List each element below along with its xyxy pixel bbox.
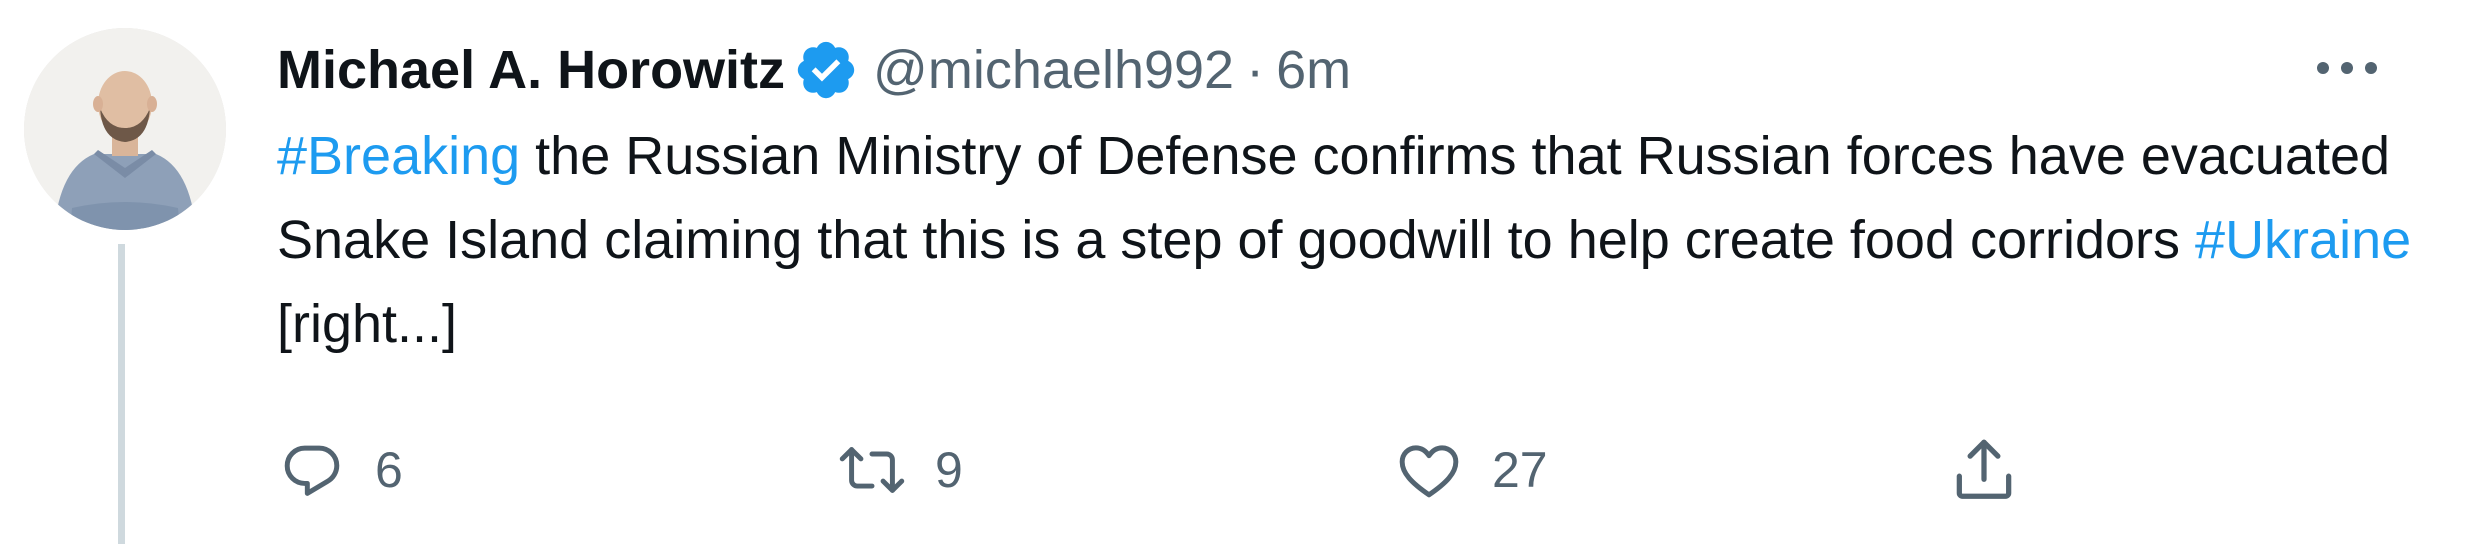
tweet[interactable]: Michael A. Horowitz @michaelh992 · 6m #B… [0, 0, 2468, 544]
tweet-text-part: the Russian Ministry of Defense confirms… [277, 126, 2391, 270]
avatar-column [24, 28, 226, 230]
like-count: 27 [1492, 442, 1548, 498]
avatar-image [24, 28, 226, 230]
thread-line [118, 244, 125, 544]
separator-dot: · [1246, 40, 1265, 100]
reply-button[interactable]: 6 [277, 430, 403, 510]
retweet-button[interactable]: 9 [837, 430, 963, 510]
heart-icon [1394, 435, 1464, 505]
tweet-header: Michael A. Horowitz @michaelh992 · 6m [277, 30, 2427, 110]
hashtag-ukraine[interactable]: #Ukraine [2195, 210, 2411, 270]
verified-badge-icon [793, 37, 859, 103]
avatar[interactable] [24, 28, 226, 230]
retweet-icon [837, 435, 907, 505]
more-icon[interactable] [2307, 48, 2387, 88]
tweet-content: Michael A. Horowitz @michaelh992 · 6m #B… [277, 30, 2427, 366]
reply-count: 6 [375, 442, 403, 498]
share-button[interactable] [1947, 430, 2021, 510]
reply-icon [277, 435, 347, 505]
tweet-text-part: [right...] [277, 294, 458, 354]
share-icon [1947, 433, 2021, 507]
retweet-count: 9 [935, 442, 963, 498]
timestamp[interactable]: 6m [1276, 43, 1351, 97]
tweet-actions: 6 9 27 [277, 430, 2277, 510]
hashtag-breaking[interactable]: #Breaking [277, 126, 520, 186]
tweet-text: #Breaking the Russian Ministry of Defens… [277, 114, 2437, 366]
like-button[interactable]: 27 [1394, 430, 1548, 510]
author-handle[interactable]: @michaelh992 [873, 43, 1234, 97]
display-name[interactable]: Michael A. Horowitz [277, 43, 785, 97]
